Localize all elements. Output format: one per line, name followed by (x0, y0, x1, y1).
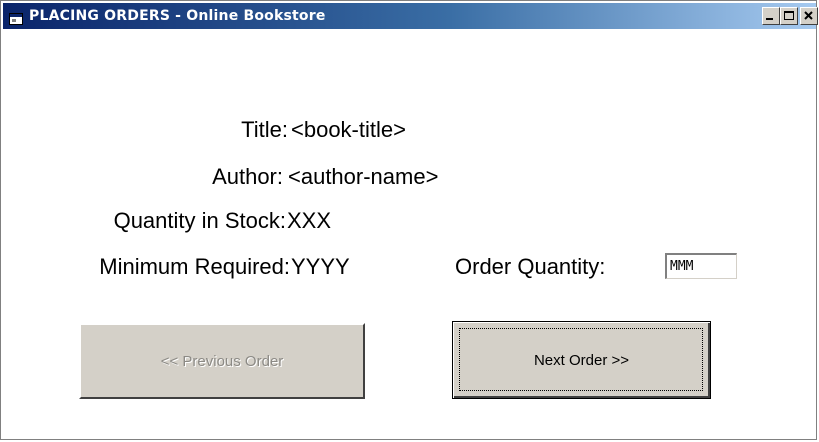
title-label: Title: (241, 117, 288, 142)
maximize-icon (784, 11, 794, 20)
title-bar[interactable]: PLACING ORDERS - Online Bookstore (3, 3, 818, 29)
app-window: PLACING ORDERS - Online Bookstore Title:… (0, 0, 818, 440)
window-title: PLACING ORDERS - Online Bookstore (29, 8, 326, 24)
maximize-button[interactable] (780, 7, 798, 25)
order-quantity-input[interactable] (665, 253, 737, 279)
close-icon (804, 11, 813, 20)
app-window-icon[interactable] (9, 9, 23, 25)
minimize-button[interactable] (762, 7, 780, 25)
author-value: <author-name> (288, 164, 439, 189)
next-order-label: Next Order >> (533, 351, 630, 369)
stock-label: Quantity in Stock: (113, 208, 286, 233)
order-quantity-label: Order Quantity: (455, 254, 606, 279)
previous-order-label: << Previous Order (160, 352, 284, 370)
minimize-icon (766, 18, 773, 20)
next-order-button[interactable]: Next Order >> (452, 321, 711, 399)
minimum-value: YYYY (291, 254, 350, 279)
title-value: <book-title> (291, 117, 406, 142)
author-label: Author: (212, 164, 283, 189)
minimum-label: Minimum Required: (99, 254, 290, 279)
previous-order-button[interactable]: << Previous Order (79, 323, 365, 399)
stock-value: XXX (287, 208, 332, 233)
close-button[interactable] (800, 7, 818, 25)
